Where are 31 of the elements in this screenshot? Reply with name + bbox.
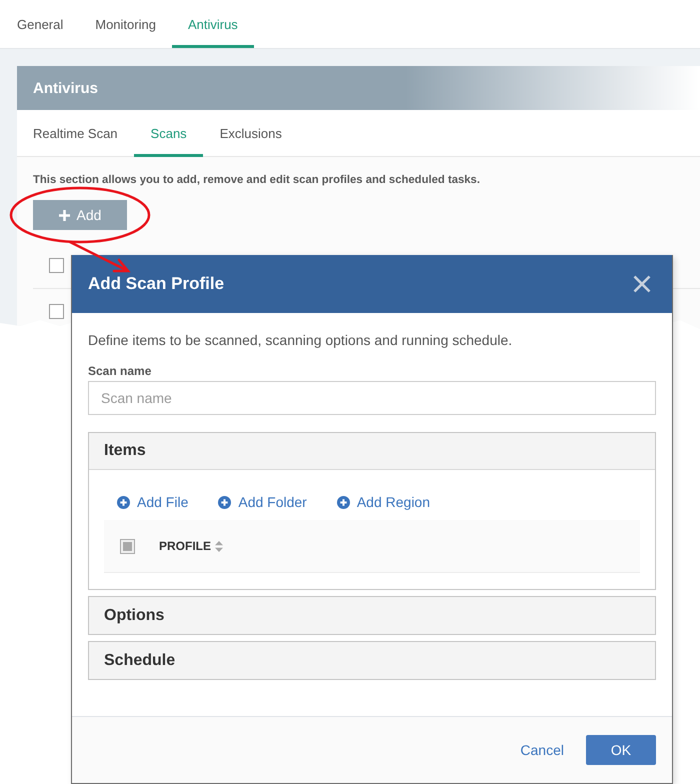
subtab[interactable]: Exclusions: [202, 110, 298, 157]
tab[interactable]: Antivirus: [172, 0, 254, 48]
annotation-arrow: [68, 240, 131, 272]
section-header[interactable]: Items: [89, 433, 655, 470]
add-link[interactable]: Add File: [117, 492, 188, 512]
panel-title: Antivirus: [33, 80, 98, 96]
row-checkbox[interactable]: [49, 258, 64, 273]
row-checkbox[interactable]: [49, 304, 64, 319]
sort-icon[interactable]: [215, 540, 224, 552]
scan-name-input[interactable]: Scan name: [88, 381, 656, 415]
section-header[interactable]: Options: [89, 597, 655, 634]
ok-button[interactable]: OK: [586, 735, 656, 765]
section-header[interactable]: Schedule: [89, 642, 655, 679]
plus-circle-icon: [336, 496, 350, 508]
plus-circle-icon: [218, 496, 232, 508]
field-label: Scan name: [88, 363, 152, 379]
plus-icon: [58, 210, 70, 220]
tab[interactable]: Monitoring: [79, 0, 172, 48]
subtab[interactable]: Scans: [134, 110, 203, 157]
cancel-button[interactable]: Cancel: [520, 735, 564, 765]
dialog-title: Add Scan Profile: [88, 274, 224, 294]
add-link[interactable]: Add Folder: [218, 492, 307, 512]
tab[interactable]: General: [1, 0, 80, 48]
section-description: This section allows you to add, remove and edit scan profiles and scheduled tasks.: [33, 173, 480, 187]
dialog-description: Define items to be scanned, scanning options and running schedule.: [88, 331, 514, 350]
column-header[interactable]: PROFILE: [159, 539, 212, 553]
close-button[interactable]: [632, 274, 652, 294]
close-icon: [633, 275, 651, 293]
add-link[interactable]: Add Region: [336, 492, 430, 512]
plus-circle-icon: [117, 496, 130, 508]
subtab[interactable]: Realtime Scan: [17, 110, 134, 157]
